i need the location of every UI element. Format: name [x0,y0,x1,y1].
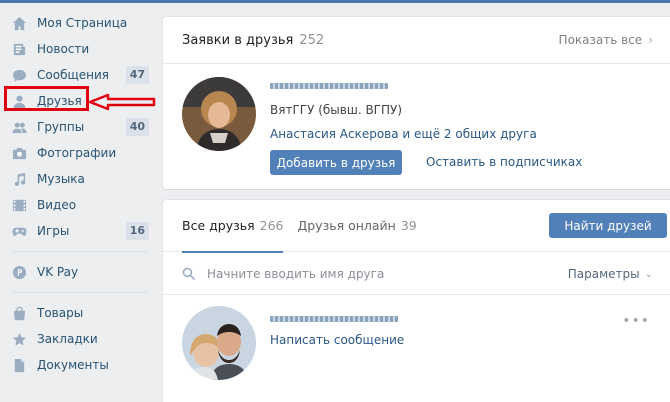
groups-count-badge: 40 [125,118,149,136]
add-friend-button[interactable]: Добавить в друзья [270,150,402,175]
sidebar-item-label: Документы [37,358,109,372]
keep-as-subscriber-link[interactable]: Оставить в подписчиках [426,155,582,169]
mutual-friends-link[interactable]: Анастасия Аскерова и ещё 2 общих друга [270,127,537,141]
camera-icon [11,145,27,161]
friend-requests-count: 252 [299,32,325,48]
group-icon [11,119,27,135]
news-icon [11,41,27,57]
sidebar-item-label: Фотографии [37,146,117,160]
sidebar-item-label: Моя Страница [37,16,128,30]
friend-search-input[interactable] [207,266,507,281]
bag-icon [11,305,27,321]
requester-school: ВятГГУ (бывш. ВГПУ) [270,103,403,117]
sidebar-divider [11,292,149,293]
sidebar-item-label: Игры [37,224,70,238]
tab-all-friends[interactable]: Все друзья 266 [182,200,284,253]
show-all-link[interactable]: Показать все › [559,33,653,47]
sidebar-item-video[interactable]: Видео [0,192,155,218]
chevron-down-icon: ⌄ [644,268,653,280]
sidebar-item-label: Новости [37,42,90,56]
document-icon [11,357,27,373]
requester-name-blurred[interactable] [270,83,388,89]
more-actions-icon[interactable]: ••• [622,313,650,329]
sidebar-item-label: Сообщения [37,68,110,82]
home-icon [11,15,27,31]
sidebar-item-label: Товары [37,306,84,320]
sidebar-item-photos[interactable]: Фотографии [0,140,155,166]
sidebar-item-label: Группы [37,120,85,134]
search-parameters-toggle[interactable]: Параметры ⌄ [568,267,653,281]
tab-count: 266 [259,218,284,233]
sidebar-divider [11,251,149,252]
friend-requests-title: Заявки в друзья [182,32,294,48]
tab-friends-online[interactable]: Друзья онлайн 39 [297,200,416,252]
vkpay-icon [11,264,27,280]
tab-label: Все друзья [182,218,255,233]
sidebar-item-news[interactable]: Новости [0,36,155,62]
message-icon [11,67,27,83]
sidebar-item-label: Музыка [37,172,85,186]
friends-tabs: Все друзья 266 Друзья онлайн 39 Найти др… [163,200,670,253]
search-icon [182,267,195,280]
friend-search-bar: Параметры ⌄ [163,253,670,295]
show-all-label: Показать все [558,33,643,47]
tab-count: 39 [400,218,417,233]
sidebar-item-market[interactable]: Товары [0,300,155,326]
sidebar-item-groups[interactable]: Группы 40 [0,114,155,140]
parameters-label: Параметры [567,267,640,281]
sidebar-item-label: Видео [37,198,77,212]
annotation-arrow-icon [88,93,156,111]
music-icon [11,171,27,187]
annotation-highlight-box [4,86,89,111]
gamepad-icon [11,223,27,239]
sidebar-item-label: VK Pay [37,265,79,279]
sidebar-item-messages[interactable]: Сообщения 47 [0,62,155,88]
friends-card: Все друзья 266 Друзья онлайн 39 Найти др… [163,200,670,402]
find-friends-button[interactable]: Найти друзей [549,213,667,238]
sidebar-item-music[interactable]: Музыка [0,166,155,192]
star-icon [11,331,27,347]
avatar[interactable] [182,77,256,151]
video-icon [11,197,27,213]
sidebar-item-label: Закладки [37,332,98,346]
tab-label: Друзья онлайн [297,218,396,233]
friend-name-blurred[interactable] [270,316,398,322]
friend-requests-card: Заявки в друзья 252 Показать все › ВятГГ… [163,17,670,189]
sidebar-item-my-page[interactable]: Моя Страница [0,10,155,36]
write-message-link[interactable]: Написать сообщение [270,333,404,347]
sidebar-item-bookmarks[interactable]: Закладки [0,326,155,352]
avatar[interactable] [182,306,256,380]
top-header-edge [0,0,670,3]
left-sidebar: Моя Страница Новости Сообщения 47 Друзья… [0,10,155,378]
sidebar-item-documents[interactable]: Документы [0,352,155,378]
unread-count-badge: 47 [125,66,149,84]
chevron-right-icon: › [648,33,653,47]
games-count-badge: 16 [125,222,149,240]
sidebar-item-vk-pay[interactable]: VK Pay [0,259,155,285]
sidebar-item-games[interactable]: Игры 16 [0,218,155,244]
